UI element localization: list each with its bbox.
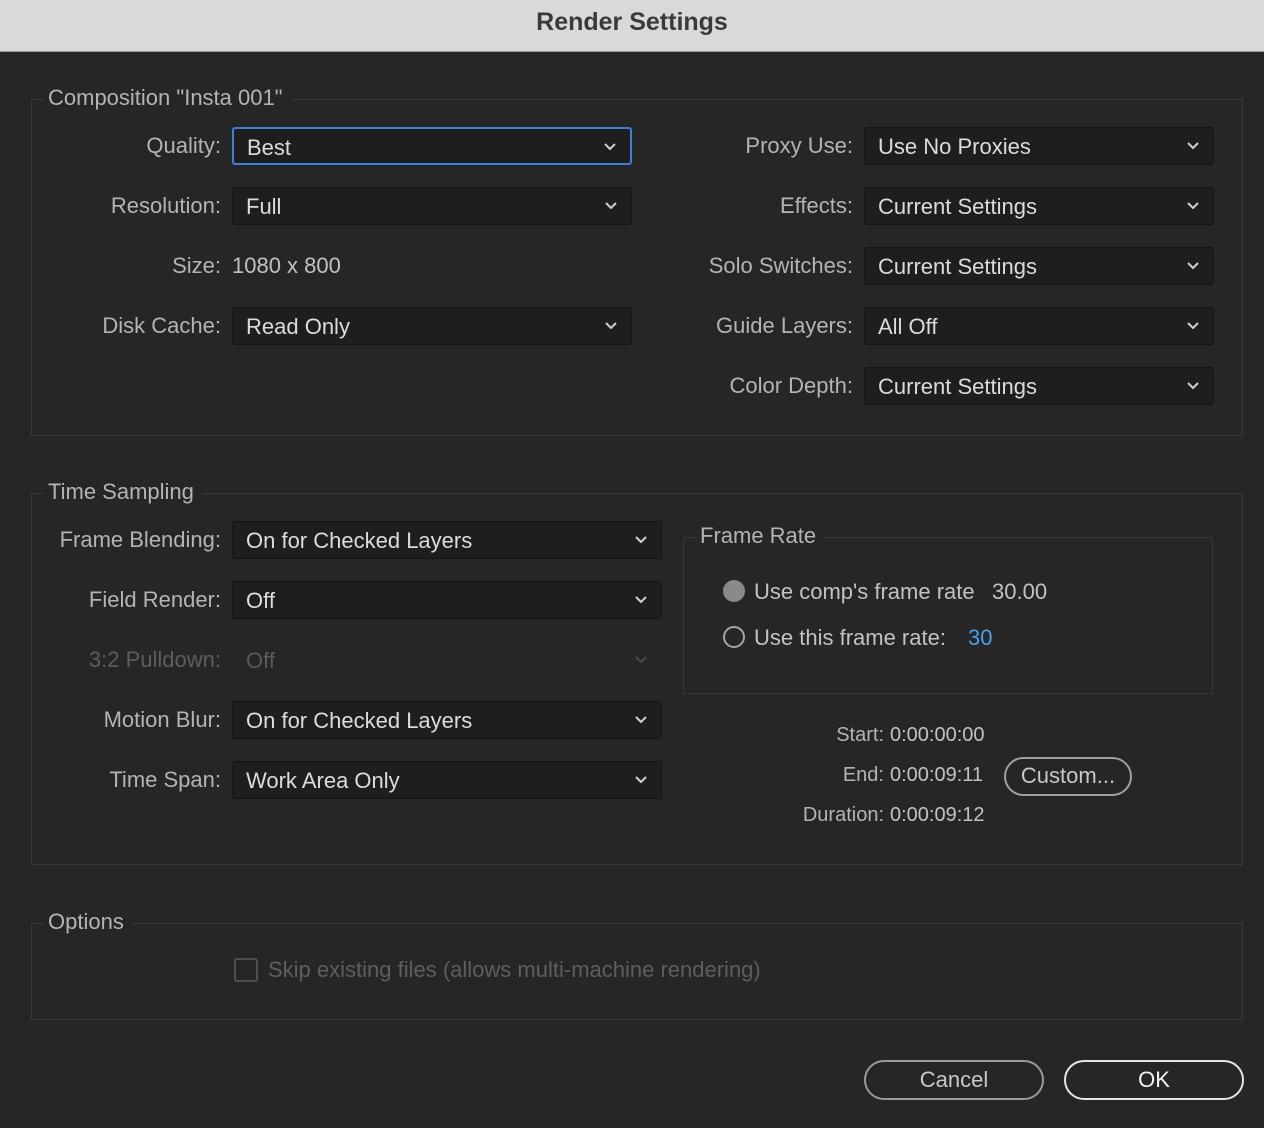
chevron-down-icon: [605, 322, 617, 330]
duration-value: 0:00:09:12: [890, 804, 985, 826]
chevron-down-icon: [604, 143, 616, 151]
motion-blur-value: On for Checked Layers: [246, 708, 473, 733]
solo-switches-value: Current Settings: [878, 254, 1037, 279]
color-depth-select[interactable]: Current Settings: [864, 367, 1214, 405]
guide-layers-label: Guide Layers:: [716, 313, 853, 338]
skip-existing-label: Skip existing files (allows multi-machin…: [268, 957, 761, 982]
pulldown-value: Off: [246, 648, 275, 673]
use-this-frame-rate-radio[interactable]: [723, 626, 745, 648]
start-label: Start:: [836, 724, 884, 746]
custom-button[interactable]: Custom...: [1004, 757, 1132, 796]
time-sampling-group-title: Time Sampling: [44, 479, 202, 505]
composition-group-title: Composition "Insta 001": [44, 85, 291, 111]
guide-layers-select[interactable]: All Off: [864, 307, 1214, 345]
disk-cache-value: Read Only: [246, 314, 350, 339]
chevron-down-icon: [635, 776, 647, 784]
field-render-select[interactable]: Off: [232, 581, 662, 619]
chevron-down-icon: [1187, 262, 1199, 270]
dialog-title: Render Settings: [536, 8, 728, 36]
disk-cache-label: Disk Cache:: [102, 313, 221, 338]
guide-layers-value: All Off: [878, 314, 938, 339]
chevron-down-icon: [635, 536, 647, 544]
comp-frame-rate-value: 30.00: [992, 579, 1048, 604]
duration-label: Duration:: [802, 804, 884, 826]
use-comp-frame-rate-label: Use comp's frame rate: [754, 579, 975, 604]
pulldown-select: Off: [232, 641, 662, 679]
use-this-frame-rate-label: Use this frame rate:: [754, 625, 946, 650]
field-render-value: Off: [246, 588, 275, 613]
solo-switches-select[interactable]: Current Settings: [864, 247, 1214, 285]
size-value: 1080 x 800: [232, 253, 341, 278]
effects-select[interactable]: Current Settings: [864, 187, 1214, 225]
time-span-label: Time Span:: [109, 767, 221, 792]
motion-blur-select[interactable]: On for Checked Layers: [232, 701, 662, 739]
time-span-value: Work Area Only: [246, 768, 400, 793]
title-bar: Render Settings: [0, 0, 1264, 52]
end-label: End:: [842, 764, 884, 786]
disk-cache-select[interactable]: Read Only: [232, 307, 632, 345]
options-group-title: Options: [44, 909, 132, 935]
chevron-down-icon: [635, 656, 647, 664]
this-frame-rate-value[interactable]: 30: [968, 625, 992, 651]
chevron-down-icon: [1187, 322, 1199, 330]
frame-blending-value: On for Checked Layers: [246, 528, 473, 553]
skip-existing-checkbox: [234, 958, 258, 982]
quality-value: Best: [247, 135, 292, 160]
end-value: 0:00:09:11: [890, 764, 984, 786]
effects-value: Current Settings: [878, 194, 1037, 219]
color-depth-label: Color Depth:: [729, 373, 853, 398]
frame-rate-group-title: Frame Rate: [696, 523, 825, 549]
chevron-down-icon: [635, 596, 647, 604]
color-depth-value: Current Settings: [878, 374, 1037, 399]
ok-button[interactable]: OK: [1064, 1060, 1244, 1100]
time-span-select[interactable]: Work Area Only: [232, 761, 662, 799]
frame-blending-select[interactable]: On for Checked Layers: [232, 521, 662, 559]
solo-switches-label: Solo Switches:: [708, 253, 853, 278]
size-label: Size:: [172, 253, 221, 278]
resolution-select[interactable]: Full: [232, 187, 632, 225]
chevron-down-icon: [1187, 382, 1199, 390]
quality-select[interactable]: Best: [232, 127, 632, 165]
effects-label: Effects:: [780, 193, 853, 218]
chevron-down-icon: [635, 716, 647, 724]
use-comp-frame-rate-radio[interactable]: [723, 580, 745, 602]
proxy-use-select[interactable]: Use No Proxies: [864, 127, 1214, 165]
start-value: 0:00:00:00: [890, 724, 985, 746]
chevron-down-icon: [1187, 142, 1199, 150]
cancel-button[interactable]: Cancel: [864, 1060, 1044, 1100]
proxy-use-value: Use No Proxies: [878, 134, 1031, 159]
chevron-down-icon: [605, 202, 617, 210]
frame-blending-label: Frame Blending:: [59, 527, 221, 552]
pulldown-label: 3:2 Pulldown:: [88, 647, 221, 672]
chevron-down-icon: [1187, 202, 1199, 210]
field-render-label: Field Render:: [88, 587, 221, 612]
frame-rate-group: [683, 537, 1213, 694]
resolution-value: Full: [246, 194, 282, 219]
resolution-label: Resolution:: [110, 193, 221, 218]
proxy-use-label: Proxy Use:: [745, 133, 853, 158]
motion-blur-label: Motion Blur:: [103, 707, 221, 732]
quality-label: Quality:: [146, 133, 221, 158]
